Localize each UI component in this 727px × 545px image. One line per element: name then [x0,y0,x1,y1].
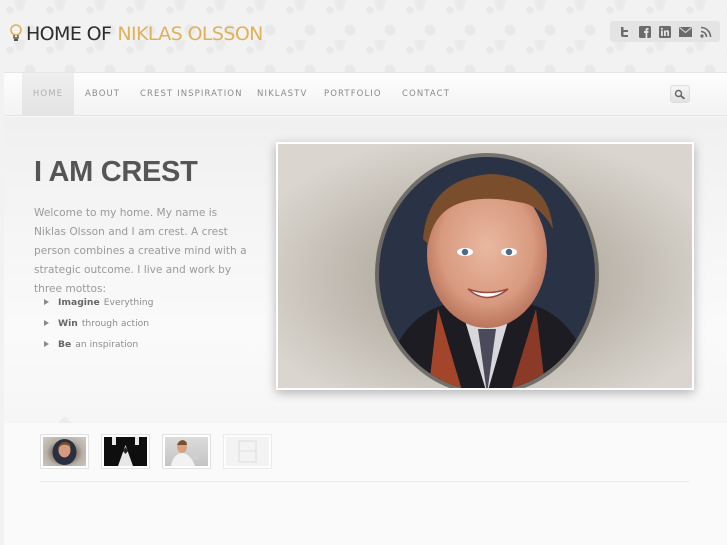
list-item: Win through action [44,313,153,334]
logo-name-text: NIKLAS OLSSON [117,23,263,45]
list-item: Be an inspiration [44,334,153,355]
motto-bold: Be [58,339,72,350]
motto-list: Imagine Everything Win through action Be an… [44,292,153,355]
divider [40,481,690,482]
hero-photo-frame [276,142,694,390]
nav-crest-inspiration[interactable]: CREST INSPIRATION [140,73,243,115]
social-links [610,21,720,42]
nav-about[interactable]: ABOUT [85,73,120,115]
motto-bold: Imagine [58,297,100,308]
intro-text: Welcome to my home. My name is Niklas Ol… [34,207,247,295]
twitter-icon[interactable] [618,25,631,38]
linkedin-icon[interactable] [658,25,671,38]
main-nav: HOME ABOUT CREST INSPIRATION NIKLASTV PO… [4,73,727,116]
motto-rest: an inspiration [75,339,139,350]
nav-contact[interactable]: CONTACT [402,73,450,115]
rss-icon[interactable] [699,25,712,38]
search-icon [674,85,686,104]
bullet-arrow-icon [44,341,49,347]
page-title: I AM CREST [34,156,198,188]
nav-niklastv[interactable]: NIKLASTV [257,73,307,115]
nav-home[interactable]: HOME [22,73,74,115]
logo-text: HOME OF NIKLAS OLSSON [26,22,263,46]
slide-thumbnail[interactable] [40,434,89,469]
main-panel: HOME ABOUT CREST INSPIRATION NIKLASTV PO… [4,72,727,545]
site-logo[interactable]: HOME OF NIKLAS OLSSON [9,22,263,46]
email-icon[interactable] [678,25,692,38]
motto-bold: Win [58,318,78,329]
search-button[interactable] [670,85,690,103]
bullet-arrow-icon [44,299,49,305]
thumbnail-strip [4,423,727,545]
motto-rest: through action [81,318,150,329]
active-slide-indicator [58,416,72,423]
slide-thumbnail[interactable] [101,434,150,469]
hero-portrait-image [278,144,692,388]
slide-thumbnail[interactable] [162,434,211,469]
list-item: Imagine Everything [44,292,153,313]
bullet-arrow-icon [44,320,49,326]
slide-thumbnail[interactable] [223,434,272,469]
facebook-icon[interactable] [638,25,651,38]
hero-section: I AM CREST Welcome to my home. My name i… [4,117,727,423]
nav-portfolio[interactable]: PORTFOLIO [324,73,382,115]
logo-home-text: HOME OF [26,23,112,45]
lightbulb-icon [9,23,23,45]
motto-rest: Everything [103,297,154,308]
